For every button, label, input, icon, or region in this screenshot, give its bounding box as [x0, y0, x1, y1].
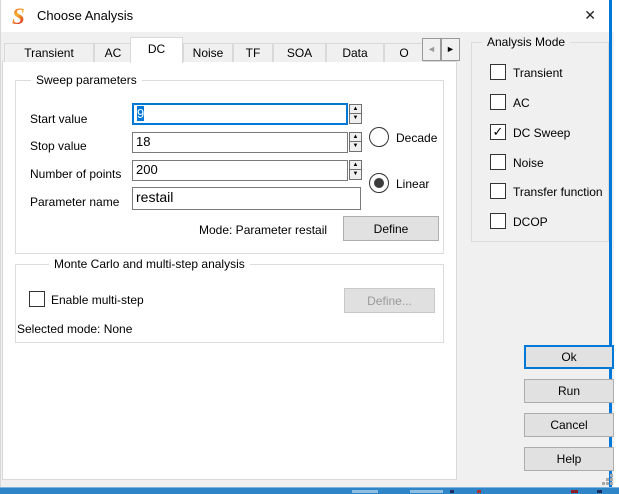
title-bar: S Choose Analysis ✕	[1, 0, 614, 32]
taskbar-artifact	[450, 490, 454, 493]
tab-dc[interactable]: DC	[130, 37, 183, 63]
svg-text:S: S	[12, 5, 25, 28]
transfer-function-checkbox[interactable]	[490, 183, 506, 199]
tab-tf[interactable]: TF	[233, 43, 273, 62]
stop-value-spin-up-icon[interactable]: ▲	[349, 132, 362, 142]
selected-mode-text: Selected mode: None	[17, 322, 133, 336]
start-value-selected-text: 9	[137, 106, 145, 121]
screen: S Choose Analysis ✕ Transient AC DC Nois…	[0, 0, 619, 494]
dcop-checkbox-label: DCOP	[513, 215, 548, 229]
tab-scroll-right-icon[interactable]: ►	[441, 38, 460, 61]
help-button[interactable]: Help	[524, 447, 614, 471]
taskbar-artifact	[410, 490, 443, 493]
window-title: Choose Analysis	[37, 8, 134, 23]
app-logo-icon: S	[12, 5, 25, 28]
linear-radio[interactable]	[369, 173, 389, 193]
tab-strip: Transient AC DC Noise TF SOA Data O ◄ ►	[1, 37, 461, 63]
tab-transient[interactable]: Transient	[4, 43, 94, 62]
taskbar-artifact	[352, 490, 378, 493]
taskbar-artifact	[571, 490, 578, 493]
dc-sweep-checkbox-label: DC Sweep	[513, 126, 571, 140]
analysis-mode-group: Analysis Mode Transient AC ✓ DC Sweep No…	[471, 35, 609, 242]
start-value-spinner: ▲ ▼	[349, 104, 362, 124]
monte-carlo-group-title: Monte Carlo and multi-step analysis	[49, 257, 250, 271]
taskbar-sliver	[0, 487, 619, 494]
sweep-define-button[interactable]: Define	[343, 216, 439, 241]
cancel-button[interactable]: Cancel	[524, 413, 614, 437]
number-of-points-spin-down-icon[interactable]: ▼	[349, 170, 362, 180]
transient-checkbox-label: Transient	[513, 66, 563, 80]
stop-value-spinner: ▲ ▼	[349, 132, 362, 152]
resize-grip[interactable]	[602, 474, 614, 486]
transfer-function-checkbox-label: Transfer function	[513, 185, 603, 199]
stop-value-label: Stop value	[30, 139, 87, 153]
tab-soa[interactable]: SOA	[273, 43, 326, 62]
tab-data[interactable]: Data	[326, 43, 384, 62]
enable-multi-step-checkbox[interactable]	[29, 291, 45, 307]
tab-ac[interactable]: AC	[94, 43, 132, 62]
ac-checkbox[interactable]	[490, 94, 506, 110]
tab-noise[interactable]: Noise	[183, 43, 233, 62]
number-of-points-spinner: ▲ ▼	[349, 160, 362, 180]
parameter-name-input[interactable]: restail	[132, 187, 361, 210]
decade-radio[interactable]	[369, 127, 389, 147]
run-button[interactable]: Run	[524, 379, 614, 403]
sweep-parameters-group-title: Sweep parameters	[31, 73, 142, 87]
dcop-checkbox[interactable]	[490, 213, 506, 229]
choose-analysis-dialog: S Choose Analysis ✕ Transient AC DC Nois…	[0, 0, 614, 487]
dc-tab-page: Sweep parameters Start value 9 ▲ ▼ Stop …	[2, 61, 457, 480]
dc-sweep-checkbox[interactable]: ✓	[490, 124, 506, 140]
parameter-name-label: Parameter name	[30, 195, 120, 209]
enable-multi-step-label: Enable multi-step	[51, 293, 144, 307]
start-value-spin-down-icon[interactable]: ▼	[349, 114, 362, 124]
tab-overflow[interactable]: O	[384, 43, 424, 62]
monte-carlo-define-button: Define...	[344, 288, 435, 313]
number-of-points-input[interactable]: 200	[132, 160, 348, 181]
transient-checkbox[interactable]	[490, 64, 506, 80]
number-of-points-spin-up-icon[interactable]: ▲	[349, 160, 362, 170]
start-value-input[interactable]: 9	[132, 103, 348, 125]
ok-button[interactable]: Ok	[524, 345, 614, 369]
linear-radio-label: Linear	[396, 177, 430, 191]
taskbar-artifact	[597, 490, 602, 493]
start-value-label: Start value	[30, 112, 88, 126]
noise-checkbox-label: Noise	[513, 156, 544, 170]
ac-checkbox-label: AC	[513, 96, 530, 110]
checkmark-icon: ✓	[492, 124, 504, 139]
stop-value-input[interactable]: 18	[132, 132, 348, 153]
decade-radio-label: Decade	[396, 131, 438, 145]
analysis-mode-group-title: Analysis Mode	[482, 35, 571, 49]
close-icon[interactable]: ✕	[584, 7, 596, 23]
noise-checkbox[interactable]	[490, 154, 506, 170]
start-value-spin-up-icon[interactable]: ▲	[349, 104, 362, 114]
sweep-mode-text: Mode: Parameter restail	[199, 223, 328, 237]
stop-value-spin-down-icon[interactable]: ▼	[349, 142, 362, 152]
number-of-points-label: Number of points	[30, 167, 122, 181]
linear-radio-dot	[374, 178, 384, 188]
taskbar-artifact	[477, 490, 481, 493]
tab-scroll-left-icon[interactable]: ◄	[422, 38, 441, 61]
